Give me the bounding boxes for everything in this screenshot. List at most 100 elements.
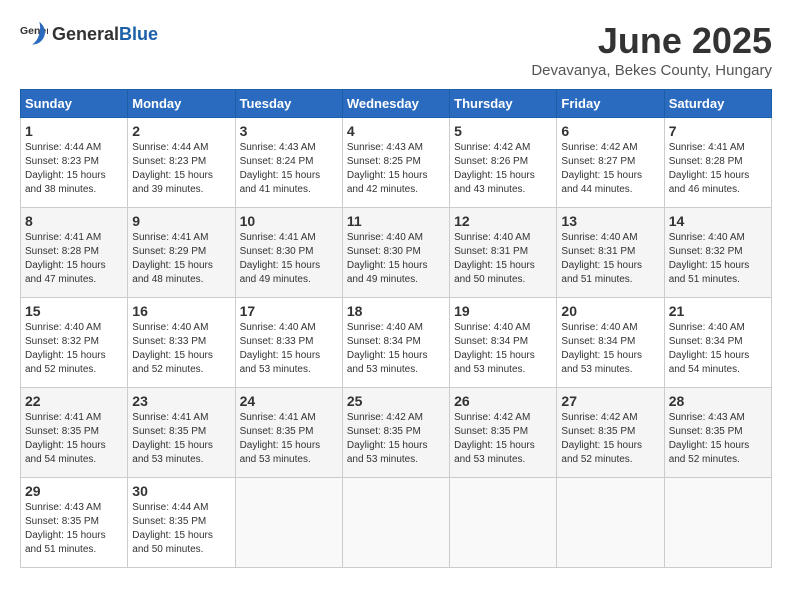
table-row: 27 Sunrise: 4:42 AM Sunset: 8:35 PM Dayl… <box>557 388 664 478</box>
table-row: 10 Sunrise: 4:41 AM Sunset: 8:30 PM Dayl… <box>235 208 342 298</box>
day-detail: Sunrise: 4:42 AM Sunset: 8:35 PM Dayligh… <box>561 411 659 467</box>
calendar-subtitle: Devavanya, Bekes County, Hungary <box>531 62 772 79</box>
day-detail: Sunrise: 4:43 AM Sunset: 8:35 PM Dayligh… <box>669 411 767 467</box>
day-detail: Sunrise: 4:44 AM Sunset: 8:35 PM Dayligh… <box>132 501 230 557</box>
table-row <box>342 478 449 568</box>
calendar-table: Sunday Monday Tuesday Wednesday Thursday… <box>20 89 772 568</box>
header-friday: Friday <box>557 90 664 118</box>
table-row: 26 Sunrise: 4:42 AM Sunset: 8:35 PM Dayl… <box>450 388 557 478</box>
day-number: 28 <box>669 393 767 409</box>
day-detail: Sunrise: 4:40 AM Sunset: 8:31 PM Dayligh… <box>561 231 659 287</box>
table-row: 8 Sunrise: 4:41 AM Sunset: 8:28 PM Dayli… <box>21 208 128 298</box>
calendar-week-row: 22 Sunrise: 4:41 AM Sunset: 8:35 PM Dayl… <box>21 388 772 478</box>
day-number: 5 <box>454 123 552 139</box>
day-detail: Sunrise: 4:40 AM Sunset: 8:33 PM Dayligh… <box>240 321 338 377</box>
day-number: 22 <box>25 393 123 409</box>
day-detail: Sunrise: 4:40 AM Sunset: 8:32 PM Dayligh… <box>669 231 767 287</box>
day-number: 1 <box>25 123 123 139</box>
header-row: Sunday Monday Tuesday Wednesday Thursday… <box>21 90 772 118</box>
day-number: 10 <box>240 213 338 229</box>
day-number: 13 <box>561 213 659 229</box>
table-row: 6 Sunrise: 4:42 AM Sunset: 8:27 PM Dayli… <box>557 118 664 208</box>
table-row: 2 Sunrise: 4:44 AM Sunset: 8:23 PM Dayli… <box>128 118 235 208</box>
day-number: 4 <box>347 123 445 139</box>
day-detail: Sunrise: 4:41 AM Sunset: 8:35 PM Dayligh… <box>132 411 230 467</box>
day-number: 18 <box>347 303 445 319</box>
day-number: 6 <box>561 123 659 139</box>
day-number: 25 <box>347 393 445 409</box>
day-number: 21 <box>669 303 767 319</box>
table-row: 24 Sunrise: 4:41 AM Sunset: 8:35 PM Dayl… <box>235 388 342 478</box>
table-row: 13 Sunrise: 4:40 AM Sunset: 8:31 PM Dayl… <box>557 208 664 298</box>
table-row: 5 Sunrise: 4:42 AM Sunset: 8:26 PM Dayli… <box>450 118 557 208</box>
day-detail: Sunrise: 4:43 AM Sunset: 8:24 PM Dayligh… <box>240 141 338 197</box>
calendar-week-row: 15 Sunrise: 4:40 AM Sunset: 8:32 PM Dayl… <box>21 298 772 388</box>
page-header: General General Blue June 2025 Devavanya… <box>20 20 772 79</box>
table-row: 20 Sunrise: 4:40 AM Sunset: 8:34 PM Dayl… <box>557 298 664 388</box>
day-number: 9 <box>132 213 230 229</box>
day-number: 29 <box>25 483 123 499</box>
table-row <box>450 478 557 568</box>
table-row: 22 Sunrise: 4:41 AM Sunset: 8:35 PM Dayl… <box>21 388 128 478</box>
logo-icon: General <box>20 20 48 48</box>
table-row: 25 Sunrise: 4:42 AM Sunset: 8:35 PM Dayl… <box>342 388 449 478</box>
day-detail: Sunrise: 4:40 AM Sunset: 8:31 PM Dayligh… <box>454 231 552 287</box>
day-detail: Sunrise: 4:41 AM Sunset: 8:28 PM Dayligh… <box>25 231 123 287</box>
day-detail: Sunrise: 4:41 AM Sunset: 8:35 PM Dayligh… <box>25 411 123 467</box>
table-row: 29 Sunrise: 4:43 AM Sunset: 8:35 PM Dayl… <box>21 478 128 568</box>
day-number: 30 <box>132 483 230 499</box>
day-number: 19 <box>454 303 552 319</box>
day-number: 11 <box>347 213 445 229</box>
day-number: 2 <box>132 123 230 139</box>
header-tuesday: Tuesday <box>235 90 342 118</box>
day-detail: Sunrise: 4:41 AM Sunset: 8:29 PM Dayligh… <box>132 231 230 287</box>
calendar-week-row: 1 Sunrise: 4:44 AM Sunset: 8:23 PM Dayli… <box>21 118 772 208</box>
day-number: 7 <box>669 123 767 139</box>
table-row <box>664 478 771 568</box>
day-detail: Sunrise: 4:41 AM Sunset: 8:28 PM Dayligh… <box>669 141 767 197</box>
header-thursday: Thursday <box>450 90 557 118</box>
logo: General General Blue <box>20 20 158 48</box>
day-number: 23 <box>132 393 230 409</box>
day-number: 20 <box>561 303 659 319</box>
logo-blue-text: Blue <box>119 24 158 45</box>
day-number: 26 <box>454 393 552 409</box>
header-sunday: Sunday <box>21 90 128 118</box>
table-row: 3 Sunrise: 4:43 AM Sunset: 8:24 PM Dayli… <box>235 118 342 208</box>
calendar-title: June 2025 <box>531 20 772 62</box>
day-number: 27 <box>561 393 659 409</box>
day-number: 8 <box>25 213 123 229</box>
day-detail: Sunrise: 4:41 AM Sunset: 8:30 PM Dayligh… <box>240 231 338 287</box>
table-row: 11 Sunrise: 4:40 AM Sunset: 8:30 PM Dayl… <box>342 208 449 298</box>
day-detail: Sunrise: 4:42 AM Sunset: 8:26 PM Dayligh… <box>454 141 552 197</box>
day-number: 16 <box>132 303 230 319</box>
calendar-week-row: 8 Sunrise: 4:41 AM Sunset: 8:28 PM Dayli… <box>21 208 772 298</box>
day-detail: Sunrise: 4:40 AM Sunset: 8:30 PM Dayligh… <box>347 231 445 287</box>
header-saturday: Saturday <box>664 90 771 118</box>
day-detail: Sunrise: 4:43 AM Sunset: 8:35 PM Dayligh… <box>25 501 123 557</box>
day-detail: Sunrise: 4:40 AM Sunset: 8:32 PM Dayligh… <box>25 321 123 377</box>
day-detail: Sunrise: 4:40 AM Sunset: 8:34 PM Dayligh… <box>347 321 445 377</box>
day-detail: Sunrise: 4:42 AM Sunset: 8:35 PM Dayligh… <box>454 411 552 467</box>
table-row: 28 Sunrise: 4:43 AM Sunset: 8:35 PM Dayl… <box>664 388 771 478</box>
table-row: 21 Sunrise: 4:40 AM Sunset: 8:34 PM Dayl… <box>664 298 771 388</box>
day-detail: Sunrise: 4:44 AM Sunset: 8:23 PM Dayligh… <box>25 141 123 197</box>
header-wednesday: Wednesday <box>342 90 449 118</box>
table-row: 17 Sunrise: 4:40 AM Sunset: 8:33 PM Dayl… <box>235 298 342 388</box>
day-detail: Sunrise: 4:44 AM Sunset: 8:23 PM Dayligh… <box>132 141 230 197</box>
day-detail: Sunrise: 4:40 AM Sunset: 8:34 PM Dayligh… <box>561 321 659 377</box>
table-row: 1 Sunrise: 4:44 AM Sunset: 8:23 PM Dayli… <box>21 118 128 208</box>
day-number: 15 <box>25 303 123 319</box>
table-row: 4 Sunrise: 4:43 AM Sunset: 8:25 PM Dayli… <box>342 118 449 208</box>
day-detail: Sunrise: 4:41 AM Sunset: 8:35 PM Dayligh… <box>240 411 338 467</box>
table-row: 19 Sunrise: 4:40 AM Sunset: 8:34 PM Dayl… <box>450 298 557 388</box>
table-row: 18 Sunrise: 4:40 AM Sunset: 8:34 PM Dayl… <box>342 298 449 388</box>
day-detail: Sunrise: 4:40 AM Sunset: 8:33 PM Dayligh… <box>132 321 230 377</box>
table-row: 15 Sunrise: 4:40 AM Sunset: 8:32 PM Dayl… <box>21 298 128 388</box>
table-row: 23 Sunrise: 4:41 AM Sunset: 8:35 PM Dayl… <box>128 388 235 478</box>
day-detail: Sunrise: 4:40 AM Sunset: 8:34 PM Dayligh… <box>669 321 767 377</box>
day-number: 17 <box>240 303 338 319</box>
logo-general-text: General <box>52 24 119 45</box>
table-row <box>235 478 342 568</box>
day-detail: Sunrise: 4:43 AM Sunset: 8:25 PM Dayligh… <box>347 141 445 197</box>
